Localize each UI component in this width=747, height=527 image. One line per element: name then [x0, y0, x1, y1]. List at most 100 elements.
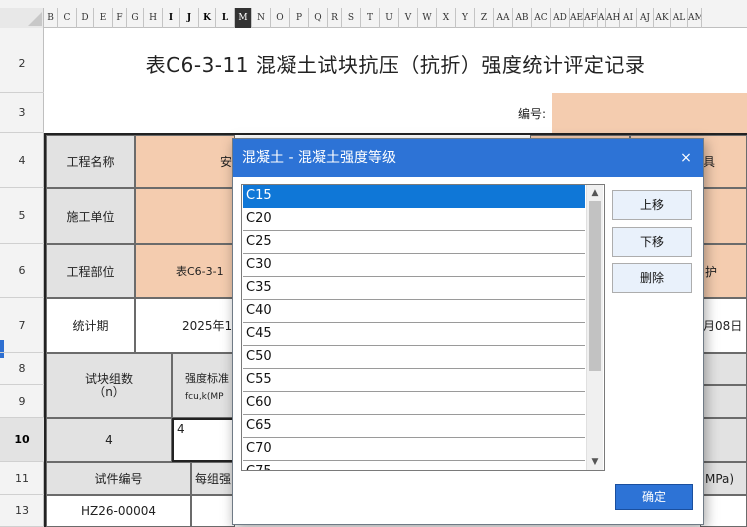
- column-header-b[interactable]: B: [44, 8, 58, 28]
- column-header-y[interactable]: Y: [456, 8, 475, 28]
- row-header-11[interactable]: 11: [0, 462, 44, 495]
- column-header-l[interactable]: L: [216, 8, 235, 28]
- move-down-button[interactable]: 下移: [612, 227, 692, 257]
- column-header-am[interactable]: AM: [688, 8, 702, 28]
- column-header-z[interactable]: Z: [475, 8, 494, 28]
- row10-right-cell[interactable]: [700, 418, 747, 462]
- grade-item-c40[interactable]: C40: [243, 300, 585, 323]
- row-header-4[interactable]: 4: [0, 133, 44, 188]
- grade-item-c65[interactable]: C65: [243, 415, 585, 438]
- grade-item-c25[interactable]: C25: [243, 231, 585, 254]
- column-header-t[interactable]: T: [361, 8, 380, 28]
- group-count-label: 试块组数 （n）: [46, 353, 172, 418]
- row-header-6[interactable]: 6: [0, 244, 44, 298]
- column-header-v[interactable]: V: [399, 8, 418, 28]
- column-header-r[interactable]: R: [328, 8, 342, 28]
- dialog-title: 混凝土 - 混凝土强度等级: [242, 150, 396, 166]
- column-header-ak[interactable]: AK: [654, 8, 671, 28]
- column-header-w[interactable]: W: [418, 8, 437, 28]
- specimen-no-value[interactable]: HZ26-00004: [46, 495, 191, 527]
- row13-right-cell[interactable]: [700, 495, 747, 527]
- row-header-13[interactable]: 13: [0, 495, 44, 527]
- per-group-value[interactable]: [191, 495, 235, 527]
- scrollbar-thumb[interactable]: [589, 201, 601, 371]
- location-right-cell[interactable]: 护: [700, 244, 747, 298]
- column-header-g[interactable]: G: [127, 8, 144, 28]
- grade-item-c50[interactable]: C50: [243, 346, 585, 369]
- period-value[interactable]: 2025年12: [135, 298, 235, 353]
- column-header-ad[interactable]: AD: [551, 8, 570, 28]
- column-header-aj[interactable]: AJ: [637, 8, 654, 28]
- mpa-label: MPa): [700, 462, 747, 495]
- delete-button[interactable]: 删除: [612, 263, 692, 293]
- grade-item-c75[interactable]: C75: [243, 461, 585, 470]
- strength-value-cell[interactable]: 4: [172, 418, 235, 462]
- location-label: 工程部位: [46, 244, 135, 298]
- column-header-q[interactable]: Q: [309, 8, 328, 28]
- column-header-i[interactable]: I: [163, 8, 180, 28]
- row-header-8[interactable]: 8: [0, 353, 44, 385]
- column-header-k[interactable]: K: [199, 8, 216, 28]
- constructor-value[interactable]: [135, 188, 235, 244]
- grade-item-c20[interactable]: C20: [243, 208, 585, 231]
- sheet-title[interactable]: 表C6-3-11 混凝土试块抗压（抗折）强度统计评定记录: [44, 35, 747, 92]
- column-header-al[interactable]: AL: [671, 8, 688, 28]
- grade-item-c35[interactable]: C35: [243, 277, 585, 300]
- fcuk-label: fcu,k(MP: [185, 391, 224, 402]
- dialog-titlebar[interactable]: 混凝土 - 混凝土强度等级 ×: [233, 139, 703, 177]
- column-header-x[interactable]: X: [437, 8, 456, 28]
- column-header-u[interactable]: U: [380, 8, 399, 28]
- constructor-label: 施工单位: [46, 188, 135, 244]
- grade-listbox[interactable]: C15C20C25C30C35C40C45C50C55C60C65C70C75 …: [241, 184, 605, 471]
- column-header-m[interactable]: M: [235, 8, 252, 28]
- column-header-ac[interactable]: AC: [532, 8, 551, 28]
- row-header-3[interactable]: 3: [0, 93, 44, 133]
- row8-right-cell[interactable]: [700, 353, 747, 385]
- scroll-down-icon[interactable]: ▼: [587, 454, 603, 470]
- column-header-ag[interactable]: AG: [598, 8, 606, 28]
- column-header-f[interactable]: F: [113, 8, 127, 28]
- row9-right-cell[interactable]: [700, 385, 747, 418]
- number-field[interactable]: [552, 93, 747, 133]
- column-header-e[interactable]: E: [94, 8, 113, 28]
- period-label: 统计期: [46, 298, 135, 353]
- column-header-c[interactable]: C: [58, 8, 77, 28]
- grade-item-c45[interactable]: C45: [243, 323, 585, 346]
- column-header-o[interactable]: O: [271, 8, 290, 28]
- ok-button[interactable]: 确定: [615, 484, 693, 510]
- column-header-ae[interactable]: AE: [570, 8, 584, 28]
- group-count-value[interactable]: 4: [46, 418, 172, 462]
- select-all-triangle: [28, 12, 42, 26]
- constructor-right-cell[interactable]: [700, 188, 747, 244]
- project-name-value[interactable]: 安: [135, 135, 235, 188]
- strength-std-cell: 强度标准 fcu,k(MP: [172, 353, 235, 418]
- column-header-d[interactable]: D: [77, 8, 94, 28]
- column-header-aa[interactable]: AA: [494, 8, 513, 28]
- grade-item-c55[interactable]: C55: [243, 369, 585, 392]
- column-header-ah[interactable]: AH: [606, 8, 620, 28]
- grade-item-c15[interactable]: C15: [243, 185, 585, 208]
- row-header-2[interactable]: 2: [0, 35, 44, 93]
- scroll-up-icon[interactable]: ▲: [587, 185, 603, 201]
- grade-item-c30[interactable]: C30: [243, 254, 585, 277]
- column-header-ab[interactable]: AB: [513, 8, 532, 28]
- column-header-s[interactable]: S: [342, 8, 361, 28]
- column-header-j[interactable]: J: [180, 8, 199, 28]
- period-right-cell[interactable]: 月08日: [700, 298, 747, 353]
- column-header-n[interactable]: N: [252, 8, 271, 28]
- move-up-button[interactable]: 上移: [612, 190, 692, 220]
- row-header-5[interactable]: 5: [0, 188, 44, 244]
- row-header-7[interactable]: 7: [0, 298, 44, 353]
- listbox-scrollbar[interactable]: ▲ ▼: [586, 185, 603, 470]
- location-value[interactable]: 表C6-3-1: [135, 244, 235, 298]
- project-name-label: 工程名称: [46, 135, 135, 188]
- row-header-10[interactable]: 10: [0, 418, 44, 462]
- grade-item-c60[interactable]: C60: [243, 392, 585, 415]
- close-icon[interactable]: ×: [669, 139, 703, 177]
- column-header-p[interactable]: P: [290, 8, 309, 28]
- column-header-af[interactable]: AF: [584, 8, 598, 28]
- column-header-h[interactable]: H: [144, 8, 163, 28]
- column-header-ai[interactable]: AI: [620, 8, 637, 28]
- grade-item-c70[interactable]: C70: [243, 438, 585, 461]
- row-header-9[interactable]: 9: [0, 385, 44, 418]
